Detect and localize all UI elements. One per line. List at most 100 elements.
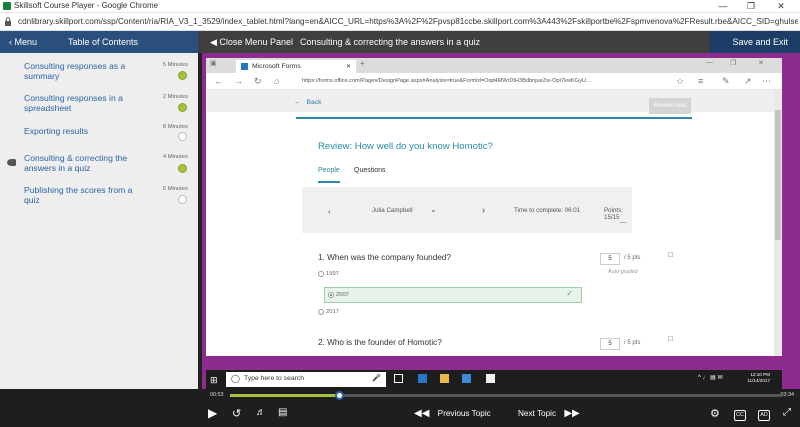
- forward-arrow-icon[interactable]: →: [234, 76, 243, 86]
- store-icon[interactable]: [462, 374, 471, 383]
- inner-navbar: ← → ↻ ⌂ https://forms.office.com/Pages/D…: [206, 73, 782, 90]
- table-of-contents: Consulting responses as a summary 5 Minu…: [0, 53, 198, 389]
- edge-icon[interactable]: [418, 374, 427, 383]
- radio-option-selected[interactable]: [328, 292, 334, 298]
- question-1-text: 1. When was the company founded?: [318, 253, 451, 262]
- selected-answer: 2007 ✓: [324, 287, 582, 303]
- taskbar-search[interactable]: ◯ Type here to search 🎤: [226, 372, 386, 387]
- task-view-icon[interactable]: [394, 374, 403, 383]
- respondent-panel: ‹ Julia Campbell ⌄ › Time to complete: 0…: [302, 187, 632, 233]
- restore-icon[interactable]: ❐: [740, 0, 762, 13]
- address-bar[interactable]: cdnlibrary.skillport.com/ssp/Content/ria…: [0, 13, 800, 31]
- topic-title: Consulting & correcting the answers in a…: [300, 37, 481, 47]
- refresh-icon[interactable]: ↻: [254, 76, 262, 87]
- question-1-score[interactable]: 5: [600, 253, 620, 265]
- incomplete-icon: [178, 132, 187, 141]
- tab-close-icon[interactable]: ✕: [346, 63, 351, 70]
- reading-list-icon[interactable]: ≡: [698, 76, 703, 86]
- radio-option[interactable]: [318, 271, 324, 277]
- tab-questions[interactable]: Questions: [354, 167, 386, 174]
- closed-captions-button[interactable]: CC: [734, 410, 746, 421]
- replay-icon[interactable]: ↺: [232, 407, 241, 420]
- inner-tabstrip: ▣ Microsoft Forms ✕ + — ❐ ✕: [206, 58, 782, 73]
- toc-item-duration: 4 Minutes: [162, 154, 188, 160]
- inner-restore-icon[interactable]: ❐: [730, 59, 736, 67]
- play-icon[interactable]: ▶: [208, 406, 217, 420]
- settings-icon[interactable]: ⚙: [710, 407, 720, 420]
- pen-icon[interactable]: ✎: [722, 76, 730, 87]
- next-topic-label: Next Topic: [518, 409, 557, 418]
- inner-scrollbar[interactable]: [774, 90, 782, 356]
- mail-icon[interactable]: [486, 374, 495, 383]
- prev-respondent-icon[interactable]: ‹: [328, 207, 331, 216]
- toc-item-label: Publishing the scores from a quiz: [24, 185, 133, 205]
- question-2-score[interactable]: 5: [600, 338, 620, 350]
- inner-close-icon[interactable]: ✕: [758, 59, 764, 67]
- inner-address-url[interactable]: https://forms.office.com/Pages/DesignPag…: [302, 78, 662, 84]
- next-icon: ▶▶: [564, 408, 580, 419]
- checkmark-icon: ✓: [566, 289, 573, 298]
- review-next-button[interactable]: Review next: [649, 98, 691, 114]
- forms-card: Review: How well do you know Homotic? Pe…: [296, 117, 692, 356]
- volume-icon[interactable]: ♬: [256, 407, 266, 418]
- toc-header: ‹ Menu Table of Contents: [0, 31, 198, 53]
- close-icon[interactable]: ✕: [770, 0, 792, 13]
- comment-icon[interactable]: □: [668, 334, 673, 343]
- share-icon[interactable]: ↗: [744, 76, 752, 87]
- toc-item-label: Consulting responses as a summary: [24, 61, 126, 81]
- toc-item-duration: 5 Minutes: [162, 186, 188, 192]
- toc-title: Table of Contents: [68, 37, 139, 47]
- save-exit-button[interactable]: Save and Exit: [710, 31, 800, 53]
- panel-minimize-icon[interactable]: —: [620, 219, 626, 226]
- option-label: 1997: [326, 271, 339, 277]
- taskbar-clock[interactable]: 12:10 PM 11/14/2017: [747, 372, 770, 384]
- favorite-icon[interactable]: ☆: [676, 76, 684, 87]
- home-icon[interactable]: ⌂: [274, 76, 279, 86]
- progress-handle[interactable]: [335, 391, 344, 400]
- toc-item-duration: 2 Minutes: [162, 94, 188, 100]
- previous-topic-button[interactable]: ◀◀ Previous Topic: [414, 408, 491, 419]
- microphone-icon[interactable]: 🎤: [372, 374, 381, 382]
- question-2-max: / 5 pts: [624, 340, 641, 346]
- transcript-icon[interactable]: ▤: [278, 407, 287, 418]
- close-menu-panel-button[interactable]: ◀ Close Menu Panel: [210, 37, 293, 48]
- inner-tab[interactable]: Microsoft Forms ✕: [236, 60, 356, 73]
- more-icon[interactable]: ⋯: [762, 76, 771, 87]
- back-link[interactable]: ← Back: [294, 99, 322, 106]
- topic-bar: ◀ Close Menu Panel Consulting & correcti…: [198, 31, 710, 53]
- progress-played: [230, 394, 340, 397]
- fullscreen-icon[interactable]: ⤢: [783, 407, 791, 418]
- comment-icon[interactable]: □: [668, 250, 673, 259]
- windows-start-icon[interactable]: ⊞: [210, 375, 218, 386]
- new-tab-icon[interactable]: +: [360, 59, 365, 68]
- forms-icon: [241, 63, 248, 70]
- file-explorer-icon[interactable]: [440, 374, 449, 383]
- back-label: Back: [306, 99, 322, 106]
- next-topic-button[interactable]: Next Topic ▶▶: [518, 408, 580, 419]
- inner-tab-title: Microsoft Forms: [252, 63, 301, 70]
- system-tray-icons[interactable]: ^ ♩ ▤ ✉: [698, 374, 723, 381]
- stage-edge: [198, 53, 202, 389]
- menu-button[interactable]: ‹ Menu: [9, 37, 37, 47]
- option-label: 2017: [326, 309, 339, 315]
- previous-icon: ◀◀: [414, 408, 430, 419]
- scrollbar-thumb[interactable]: [775, 110, 781, 240]
- audio-description-button[interactable]: AD: [758, 410, 770, 421]
- question-1-max: / 5 pts: [624, 255, 641, 261]
- elapsed-time: 00:53: [210, 392, 224, 398]
- back-arrow-icon[interactable]: ←: [214, 76, 223, 86]
- minimize-icon[interactable]: —: [712, 0, 734, 13]
- toc-item-duration: 8 Minutes: [162, 124, 188, 130]
- tab-menu-icon[interactable]: ▣: [210, 59, 217, 67]
- toc-item-label: Consulting & correcting the answers in a…: [24, 153, 128, 173]
- close-panel-label: Close Menu Panel: [219, 37, 293, 47]
- radio-option[interactable]: [318, 309, 324, 315]
- next-respondent-icon[interactable]: ›: [482, 205, 485, 215]
- respondent-dropdown-icon[interactable]: ⌄: [430, 205, 437, 214]
- address-url[interactable]: cdnlibrary.skillport.com/ssp/Content/ria…: [18, 17, 798, 26]
- taskbar-search-placeholder: Type here to search: [244, 375, 305, 382]
- inner-minimize-icon[interactable]: —: [706, 59, 713, 66]
- menu-label: Menu: [14, 37, 38, 47]
- total-time: 03:34: [780, 392, 795, 398]
- tab-people[interactable]: People: [318, 167, 340, 174]
